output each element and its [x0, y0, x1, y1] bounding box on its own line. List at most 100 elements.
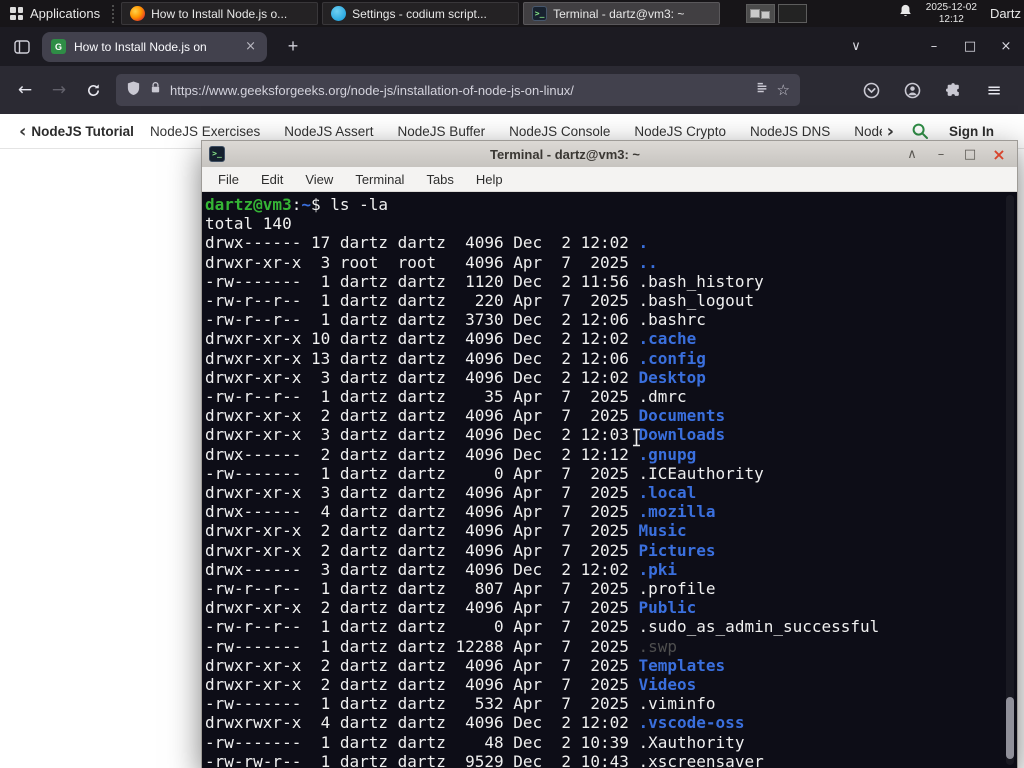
- terminal-line: -rw-r--r-- 1 dartz dartz 0 Apr 7 2025 .s…: [205, 617, 880, 637]
- reload-button[interactable]: [76, 74, 110, 106]
- clock[interactable]: 2025-12-02 12:12: [926, 2, 977, 26]
- top-panel: Applications How to Install Node.js o...…: [0, 0, 1024, 27]
- tracking-protection-shield-icon[interactable]: [126, 80, 141, 101]
- list-all-tabs-icon[interactable]: ∨: [838, 39, 874, 54]
- browser-close-icon[interactable]: ×: [988, 39, 1024, 54]
- browser-toolbar: ← → https://www.geeksforgeeks.org/node-j…: [0, 66, 1024, 114]
- terminal-menu-edit[interactable]: Edit: [251, 170, 293, 189]
- file-name: .profile: [638, 579, 716, 599]
- toolbar-right-icons: ≡: [853, 74, 1016, 106]
- file-name: .ICEauthority: [638, 463, 764, 483]
- file-name: Public: [638, 598, 697, 618]
- terminal-line: drwxr-xr-x 13 dartz dartz 4096 Dec 2 12:…: [205, 348, 706, 368]
- terminal-line: -rw------- 1 dartz dartz 0 Apr 7 2025 .I…: [205, 463, 764, 483]
- file-name: .gnupg: [638, 444, 697, 464]
- bookmark-star-icon[interactable]: ☆: [777, 81, 790, 99]
- workspace-1[interactable]: [746, 4, 776, 23]
- clock-time: 12:12: [938, 13, 964, 25]
- gfg-link-nodejs-dns[interactable]: NodeJS DNS: [750, 124, 830, 139]
- file-name: ..: [638, 252, 658, 272]
- gfg-link-nodejs-buffer[interactable]: NodeJS Buffer: [398, 124, 486, 139]
- firefox-view-icon[interactable]: [7, 34, 37, 60]
- terminal-line: -rw------- 1 dartz dartz 12288 Apr 7 202…: [205, 636, 678, 656]
- file-name: .pki: [638, 559, 678, 579]
- terminal-line: -rw------- 1 dartz dartz 1120 Dec 2 11:5…: [205, 271, 764, 291]
- window-controls: ∨ – □ ×: [838, 27, 1024, 66]
- url-bar[interactable]: https://www.geeksforgeeks.org/node-js/in…: [116, 74, 800, 106]
- file-name: .swp: [638, 636, 678, 656]
- terminal-minimize-icon[interactable]: –: [934, 147, 948, 162]
- terminal-menu-view[interactable]: View: [295, 170, 343, 189]
- terminal-line: drwxr-xr-x 2 dartz dartz 4096 Apr 7 2025…: [205, 675, 697, 695]
- file-name: .Xauthority: [638, 732, 745, 752]
- gfg-link-nodejs-console[interactable]: NodeJS Console: [509, 124, 610, 139]
- nav-scroll-right-icon[interactable]: ›: [887, 121, 894, 142]
- taskbar-button-codium[interactable]: Settings - codium script...: [322, 2, 520, 25]
- gfg-link-nodejs-assert[interactable]: NodeJS Assert: [284, 124, 373, 139]
- file-name: .dmrc: [638, 387, 687, 407]
- terminal-output[interactable]: dartz@vm3:~$ ls -la total 140 drwx------ 1…: [202, 192, 1017, 768]
- new-tab-button[interactable]: +: [279, 36, 307, 57]
- reader-mode-icon[interactable]: [755, 81, 769, 100]
- browser-maximize-icon[interactable]: □: [952, 39, 988, 54]
- file-name: Videos: [638, 675, 697, 695]
- file-name: .bash_logout: [638, 291, 755, 311]
- back-button[interactable]: ←: [8, 74, 42, 106]
- extensions-puzzle-icon[interactable]: [935, 74, 971, 106]
- notification-bell-icon[interactable]: [898, 3, 913, 24]
- search-icon[interactable]: [911, 122, 929, 140]
- file-name: .mozilla: [638, 502, 716, 522]
- workspace-pager: [746, 4, 808, 23]
- lock-icon[interactable]: [149, 80, 162, 100]
- terminal-menu-file[interactable]: File: [208, 170, 249, 189]
- terminal-app-icon: [209, 146, 225, 162]
- terminal-line: drwxr-xr-x 3 dartz dartz 4096 Apr 7 2025…: [205, 483, 697, 503]
- file-name: .local: [638, 483, 697, 503]
- taskbar-button-firefox[interactable]: How to Install Node.js o...: [121, 2, 319, 25]
- file-name: Downloads: [638, 425, 726, 445]
- firefox-icon: [130, 6, 146, 21]
- menu-hamburger-icon[interactable]: ≡: [976, 74, 1012, 106]
- file-name: .: [638, 233, 649, 253]
- file-name: Desktop: [638, 367, 706, 387]
- browser-tab-bar: G How to Install Node.js on × + ∨ – □ ×: [0, 27, 1024, 66]
- applications-menu-button[interactable]: Applications: [0, 0, 110, 27]
- workspace-2[interactable]: [778, 4, 808, 23]
- prompt-user-host: dartz@vm3: [205, 195, 292, 214]
- terminal-line: drwx------ 17 dartz dartz 4096 Dec 2 12:…: [205, 233, 649, 253]
- file-name: .bash_history: [638, 271, 764, 291]
- mouse-cursor: [630, 427, 643, 452]
- applications-icon: [10, 7, 23, 20]
- file-name: .config: [638, 348, 706, 368]
- tab-favicon: G: [51, 39, 66, 54]
- nav-scroll-left-icon[interactable]: ‹: [19, 121, 26, 142]
- user-menu[interactable]: Dartz: [990, 6, 1021, 21]
- account-icon[interactable]: [894, 74, 930, 106]
- browser-tab[interactable]: G How to Install Node.js on ×: [42, 31, 267, 62]
- browser-minimize-icon[interactable]: –: [916, 39, 952, 54]
- terminal-line: -rw-rw-r-- 1 dartz dartz 9529 Dec 2 10:4…: [205, 752, 1017, 768]
- terminal-maximize-icon[interactable]: □: [963, 147, 977, 162]
- terminal-menu-tabs[interactable]: Tabs: [416, 170, 463, 189]
- gfg-link-nodejs-tutorial[interactable]: NodeJS Tutorial: [31, 124, 134, 139]
- gfg-link-node[interactable]: Node: [854, 124, 881, 139]
- terminal-titlebar[interactable]: Terminal - dartz@vm3: ~ ∧ – □ ×: [202, 141, 1017, 167]
- sign-in-button[interactable]: Sign In: [949, 124, 994, 139]
- terminal-scrollbar-thumb[interactable]: [1006, 697, 1014, 759]
- terminal-menu-terminal[interactable]: Terminal: [345, 170, 414, 189]
- pocket-icon[interactable]: [853, 74, 889, 106]
- terminal-close-icon[interactable]: ×: [992, 145, 1006, 164]
- gfg-link-nodejs-exercises[interactable]: NodeJS Exercises: [150, 124, 260, 139]
- file-name: .vscode-oss: [638, 713, 745, 733]
- terminal-shade-icon[interactable]: ∧: [905, 147, 919, 162]
- forward-button[interactable]: →: [42, 74, 76, 106]
- url-text[interactable]: https://www.geeksforgeeks.org/node-js/in…: [170, 83, 747, 98]
- terminal-line: drwxr-xr-x 2 dartz dartz 4096 Apr 7 2025…: [205, 540, 716, 560]
- taskbar-button-label: How to Install Node.js o...: [151, 6, 288, 21]
- taskbar-button-terminal[interactable]: Terminal - dartz@vm3: ~: [523, 2, 721, 25]
- tab-close-icon[interactable]: ×: [243, 39, 258, 54]
- terminal-menu-help[interactable]: Help: [466, 170, 513, 189]
- gfg-link-nodejs-crypto[interactable]: NodeJS Crypto: [634, 124, 726, 139]
- terminal-scrollbar[interactable]: [1006, 195, 1014, 765]
- terminal-line: -rw------- 1 dartz dartz 48 Dec 2 10:39 …: [205, 732, 745, 752]
